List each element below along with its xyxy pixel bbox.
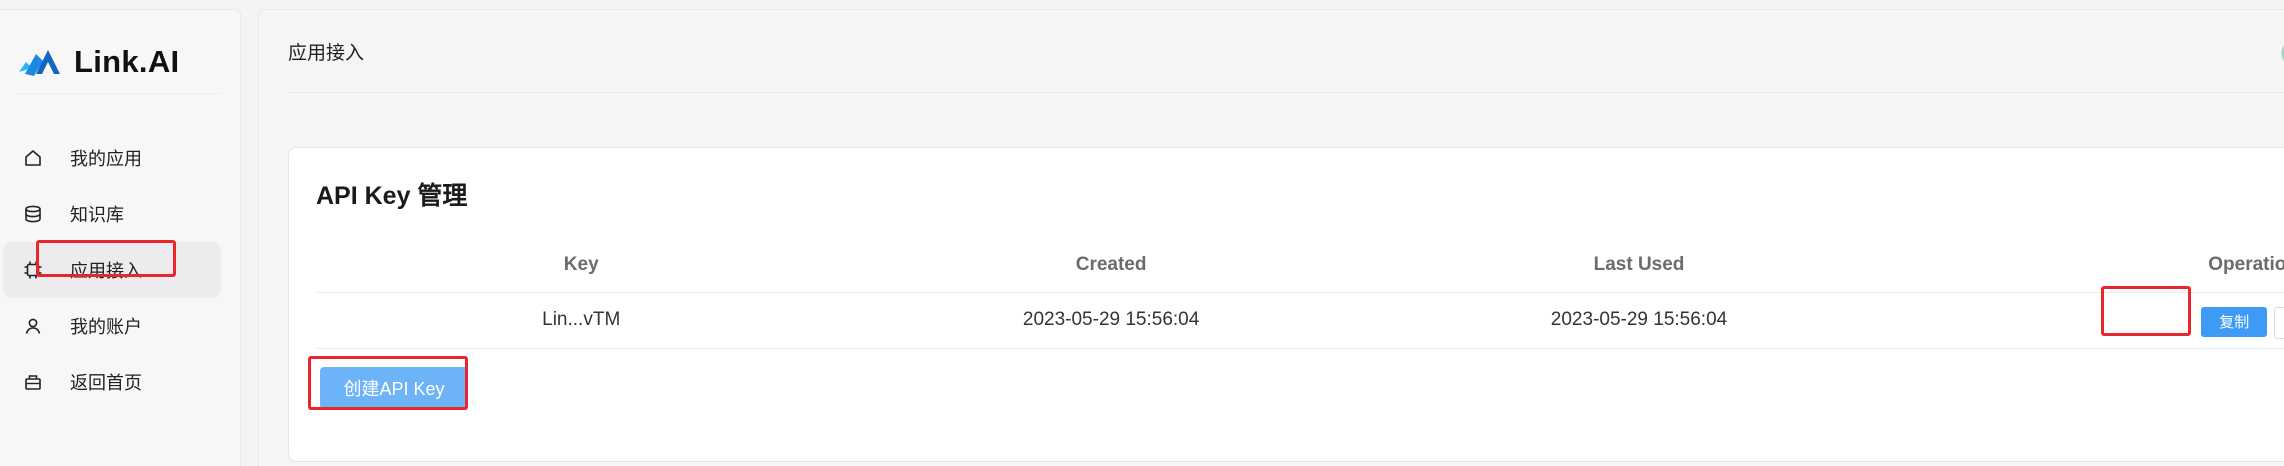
api-key-table: Key Created Last Used Operation Lin...vT… [316,238,2284,349]
sidebar-item-my-apps[interactable]: 我的应用 [3,130,221,186]
home-icon [22,147,44,169]
key-cell: Lin...vTM [316,292,847,349]
operation-cell: 复制 删除 [1902,292,2284,349]
last-used-cell: 2023-05-29 15:56:04 [1375,292,1903,349]
table-header-row: Key Created Last Used Operation [316,238,2284,293]
column-header-operation: Operation [1902,238,2284,293]
highlight-box-copy [2101,286,2191,336]
column-header-last-used: Last Used [1375,238,1903,293]
table-row: Lin...vTM 2023-05-29 15:56:04 2023-05-29… [316,292,2284,349]
sidebar-item-knowledge-base[interactable]: 知识库 [3,186,221,242]
created-cell: 2023-05-29 15:56:04 [846,292,1376,349]
database-icon [22,203,44,225]
card-title: API Key 管理 [316,182,468,210]
store-icon [22,371,44,393]
brand[interactable]: Link.AI [16,42,221,94]
highlight-box-sidebar [36,240,176,277]
sidebar-item-label: 知识库 [70,205,124,225]
copy-button[interactable]: 复制 [2201,306,2268,337]
column-header-operation-label: Operation [2208,253,2284,275]
page-header: 应用接入 [288,10,2284,93]
link-ai-logo-icon [19,49,60,76]
main-content: 应用接入 API Key 管理 Key Created Last Used Op… [258,9,2284,466]
user-icon [22,315,44,337]
sidebar-item-label: 返回首页 [70,373,142,393]
api-key-card: API Key 管理 Key Created Last Used Operati… [288,147,2284,462]
sidebar-item-label: 我的应用 [70,149,142,169]
sidebar-item-label: 我的账户 [70,317,142,337]
sidebar: Link.AI 我的应用 知识库 应用接入 我的账户 返回首页 [0,9,241,466]
column-header-key: Key [316,238,847,293]
delete-button[interactable]: 删除 [2274,306,2284,339]
page-title: 应用接入 [288,42,365,64]
sidebar-item-back-home[interactable]: 返回首页 [3,354,221,410]
sidebar-item-my-account[interactable]: 我的账户 [3,298,221,354]
column-header-created: Created [846,238,1376,293]
highlight-box-create [308,356,468,410]
brand-name: Link.AI [74,43,180,79]
